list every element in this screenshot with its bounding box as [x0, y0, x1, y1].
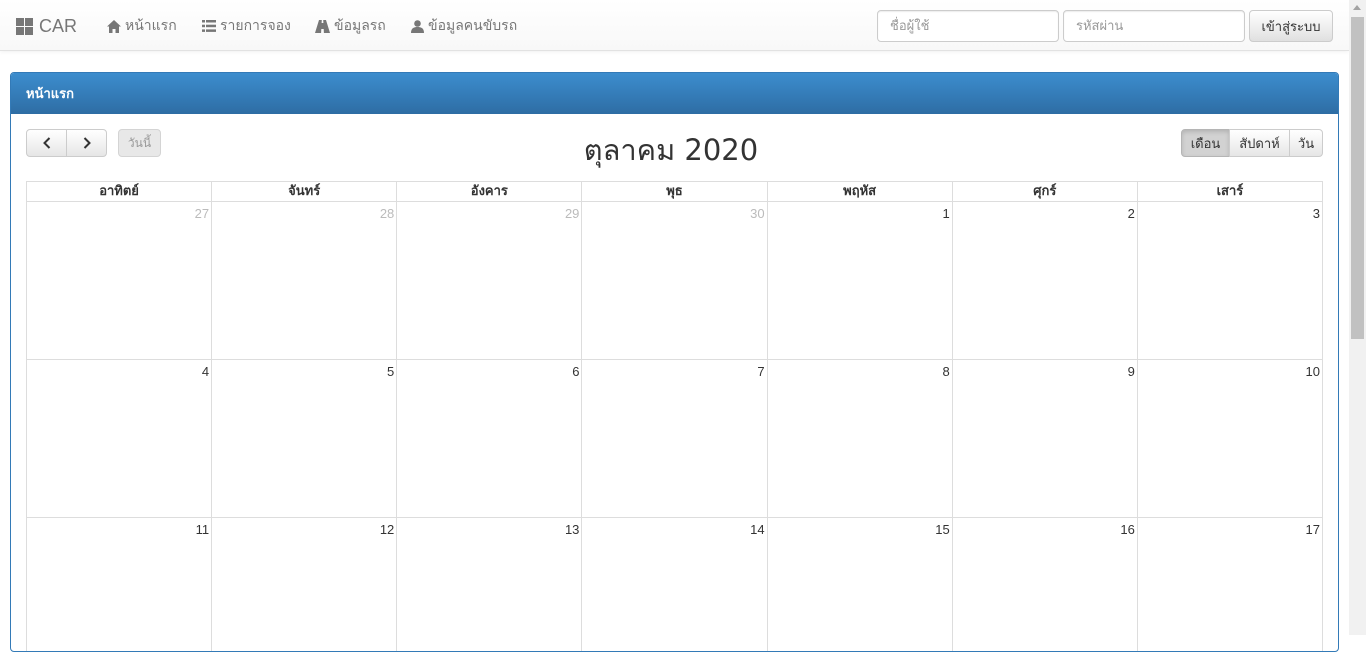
day-number: 14	[750, 522, 765, 537]
calendar-day-cell[interactable]: 11	[27, 518, 211, 651]
weekday-label: พฤหัส	[766, 182, 952, 201]
calendar-day-cell[interactable]: 6	[396, 360, 581, 517]
calendar-day-cell[interactable]: 29	[396, 202, 581, 359]
calendar-day-cell[interactable]: 30	[581, 202, 766, 359]
day-number: 29	[564, 206, 580, 221]
calendar-day-cell[interactable]: 28	[211, 202, 396, 359]
day-number: 9	[1127, 364, 1135, 379]
weekday-label: อังคาร	[396, 182, 581, 201]
day-number: 6	[572, 364, 580, 379]
day-number: 16	[1120, 522, 1135, 537]
chevron-right-icon	[83, 137, 91, 149]
calendar-day-cell[interactable]: 1	[766, 202, 952, 359]
nav-item-home[interactable]: หน้าแรก	[107, 16, 177, 36]
day-number: 5	[387, 364, 395, 379]
road-icon	[315, 19, 330, 33]
nav-item-label: ข้อมูลรถ	[334, 18, 386, 34]
brand-link[interactable]: CAR	[16, 14, 77, 38]
today-button[interactable]: วันนี้	[118, 129, 161, 157]
weekday-label: ศุกร์	[951, 182, 1137, 201]
password-input[interactable]	[1063, 10, 1245, 42]
calendar-day-cell[interactable]: 10	[1136, 360, 1322, 517]
calendar-day-cell[interactable]: 9	[951, 360, 1137, 517]
calendar-day-cell[interactable]: 3	[1136, 202, 1322, 359]
panel-heading: หน้าแรก	[11, 73, 1338, 114]
calendar-day-cell[interactable]: 17	[1136, 518, 1322, 651]
day-number: 27	[194, 206, 210, 221]
day-number: 30	[750, 206, 765, 221]
calendar-weekday-header: อาทิตย์ จันทร์ อังคาร พุธ พฤหัส ศุกร์ เส…	[26, 181, 1323, 202]
prev-button[interactable]	[26, 129, 67, 157]
scroll-thumb[interactable]	[1351, 17, 1364, 339]
list-icon	[202, 20, 216, 32]
user-icon	[411, 19, 424, 33]
day-number: 10	[1305, 364, 1320, 379]
calendar-day-cell[interactable]: 2	[951, 202, 1137, 359]
day-number: 8	[942, 364, 950, 379]
main-panel: หน้าแรก วันนี้ ตุลาคม 2020 เดือน สัปดาห์…	[10, 72, 1339, 652]
scroll-up-icon[interactable]	[1353, 5, 1361, 10]
chevron-left-icon	[42, 137, 50, 149]
view-month-button[interactable]: เดือน	[1181, 129, 1230, 157]
calendar-day-cell[interactable]: 8	[766, 360, 952, 517]
nav-item-drivers[interactable]: ข้อมูลคนขับรถ	[411, 16, 517, 36]
day-number: 11	[195, 522, 210, 537]
day-number: 12	[379, 522, 395, 537]
home-icon	[107, 19, 121, 33]
calendar-day-cell[interactable]: 12	[211, 518, 396, 651]
calendar-day-cell[interactable]: 27	[27, 202, 211, 359]
calendar-week-row: 27 28 29 30 1 2 3	[26, 202, 1323, 360]
weekday-label: เสาร์	[1136, 182, 1322, 201]
calendar-body: 27 28 29 30 1 2 3 4 5 6 7 8 9 10 11 12 13 14 15 16 17	[26, 202, 1323, 651]
nav-item-label: ข้อมูลคนขับรถ	[428, 18, 518, 34]
weekday-label: อาทิตย์	[99, 184, 139, 199]
day-number: 28	[379, 206, 395, 221]
calendar-day-cell[interactable]: 5	[211, 360, 396, 517]
calendar-day-cell[interactable]: 13	[396, 518, 581, 651]
calendar-day-cell[interactable]: 14	[581, 518, 766, 651]
day-number: 7	[757, 364, 765, 379]
day-number: 2	[1127, 206, 1135, 221]
username-input[interactable]	[877, 10, 1059, 42]
brand-label: CAR	[39, 15, 78, 36]
weekday-label: จันทร์	[211, 182, 396, 201]
day-number: 3	[1312, 206, 1320, 221]
day-number: 1	[942, 206, 950, 221]
calendar-day-cell[interactable]: 16	[951, 518, 1137, 651]
page-scrollbar[interactable]	[1349, 0, 1366, 635]
login-button[interactable]: เข้าสู่ระบบ	[1249, 10, 1333, 42]
next-button[interactable]	[66, 129, 107, 157]
view-week-button[interactable]: สัปดาห์	[1229, 129, 1290, 157]
day-number: 4	[201, 364, 210, 379]
calendar-week-row: 11 12 13 14 15 16 17	[26, 518, 1323, 651]
calendar-grid: อาทิตย์ จันทร์ อังคาร พุธ พฤหัส ศุกร์ เส…	[26, 181, 1323, 651]
grid-icon	[16, 17, 33, 35]
nav-item-label: รายการจอง	[220, 18, 291, 34]
calendar-week-row: 4 5 6 7 8 9 10	[26, 360, 1323, 518]
nav-item-bookings[interactable]: รายการจอง	[202, 16, 291, 36]
nav-item-cars[interactable]: ข้อมูลรถ	[315, 16, 386, 36]
day-number: 13	[564, 522, 580, 537]
calendar-title: ตุลาคม 2020	[583, 133, 759, 167]
day-number: 17	[1305, 522, 1320, 537]
calendar-day-cell[interactable]: 15	[766, 518, 952, 651]
calendar-day-cell[interactable]: 4	[27, 360, 211, 517]
nav-item-label: หน้าแรก	[125, 18, 177, 34]
view-day-button[interactable]: วัน	[1289, 129, 1323, 157]
navbar: CAR หน้าแรก รายการจอง ข้อมูลรถ ข้อมูลคนข…	[0, 0, 1349, 51]
day-number: 15	[935, 522, 950, 537]
calendar-day-cell[interactable]: 7	[581, 360, 766, 517]
weekday-label: พุธ	[581, 182, 766, 201]
